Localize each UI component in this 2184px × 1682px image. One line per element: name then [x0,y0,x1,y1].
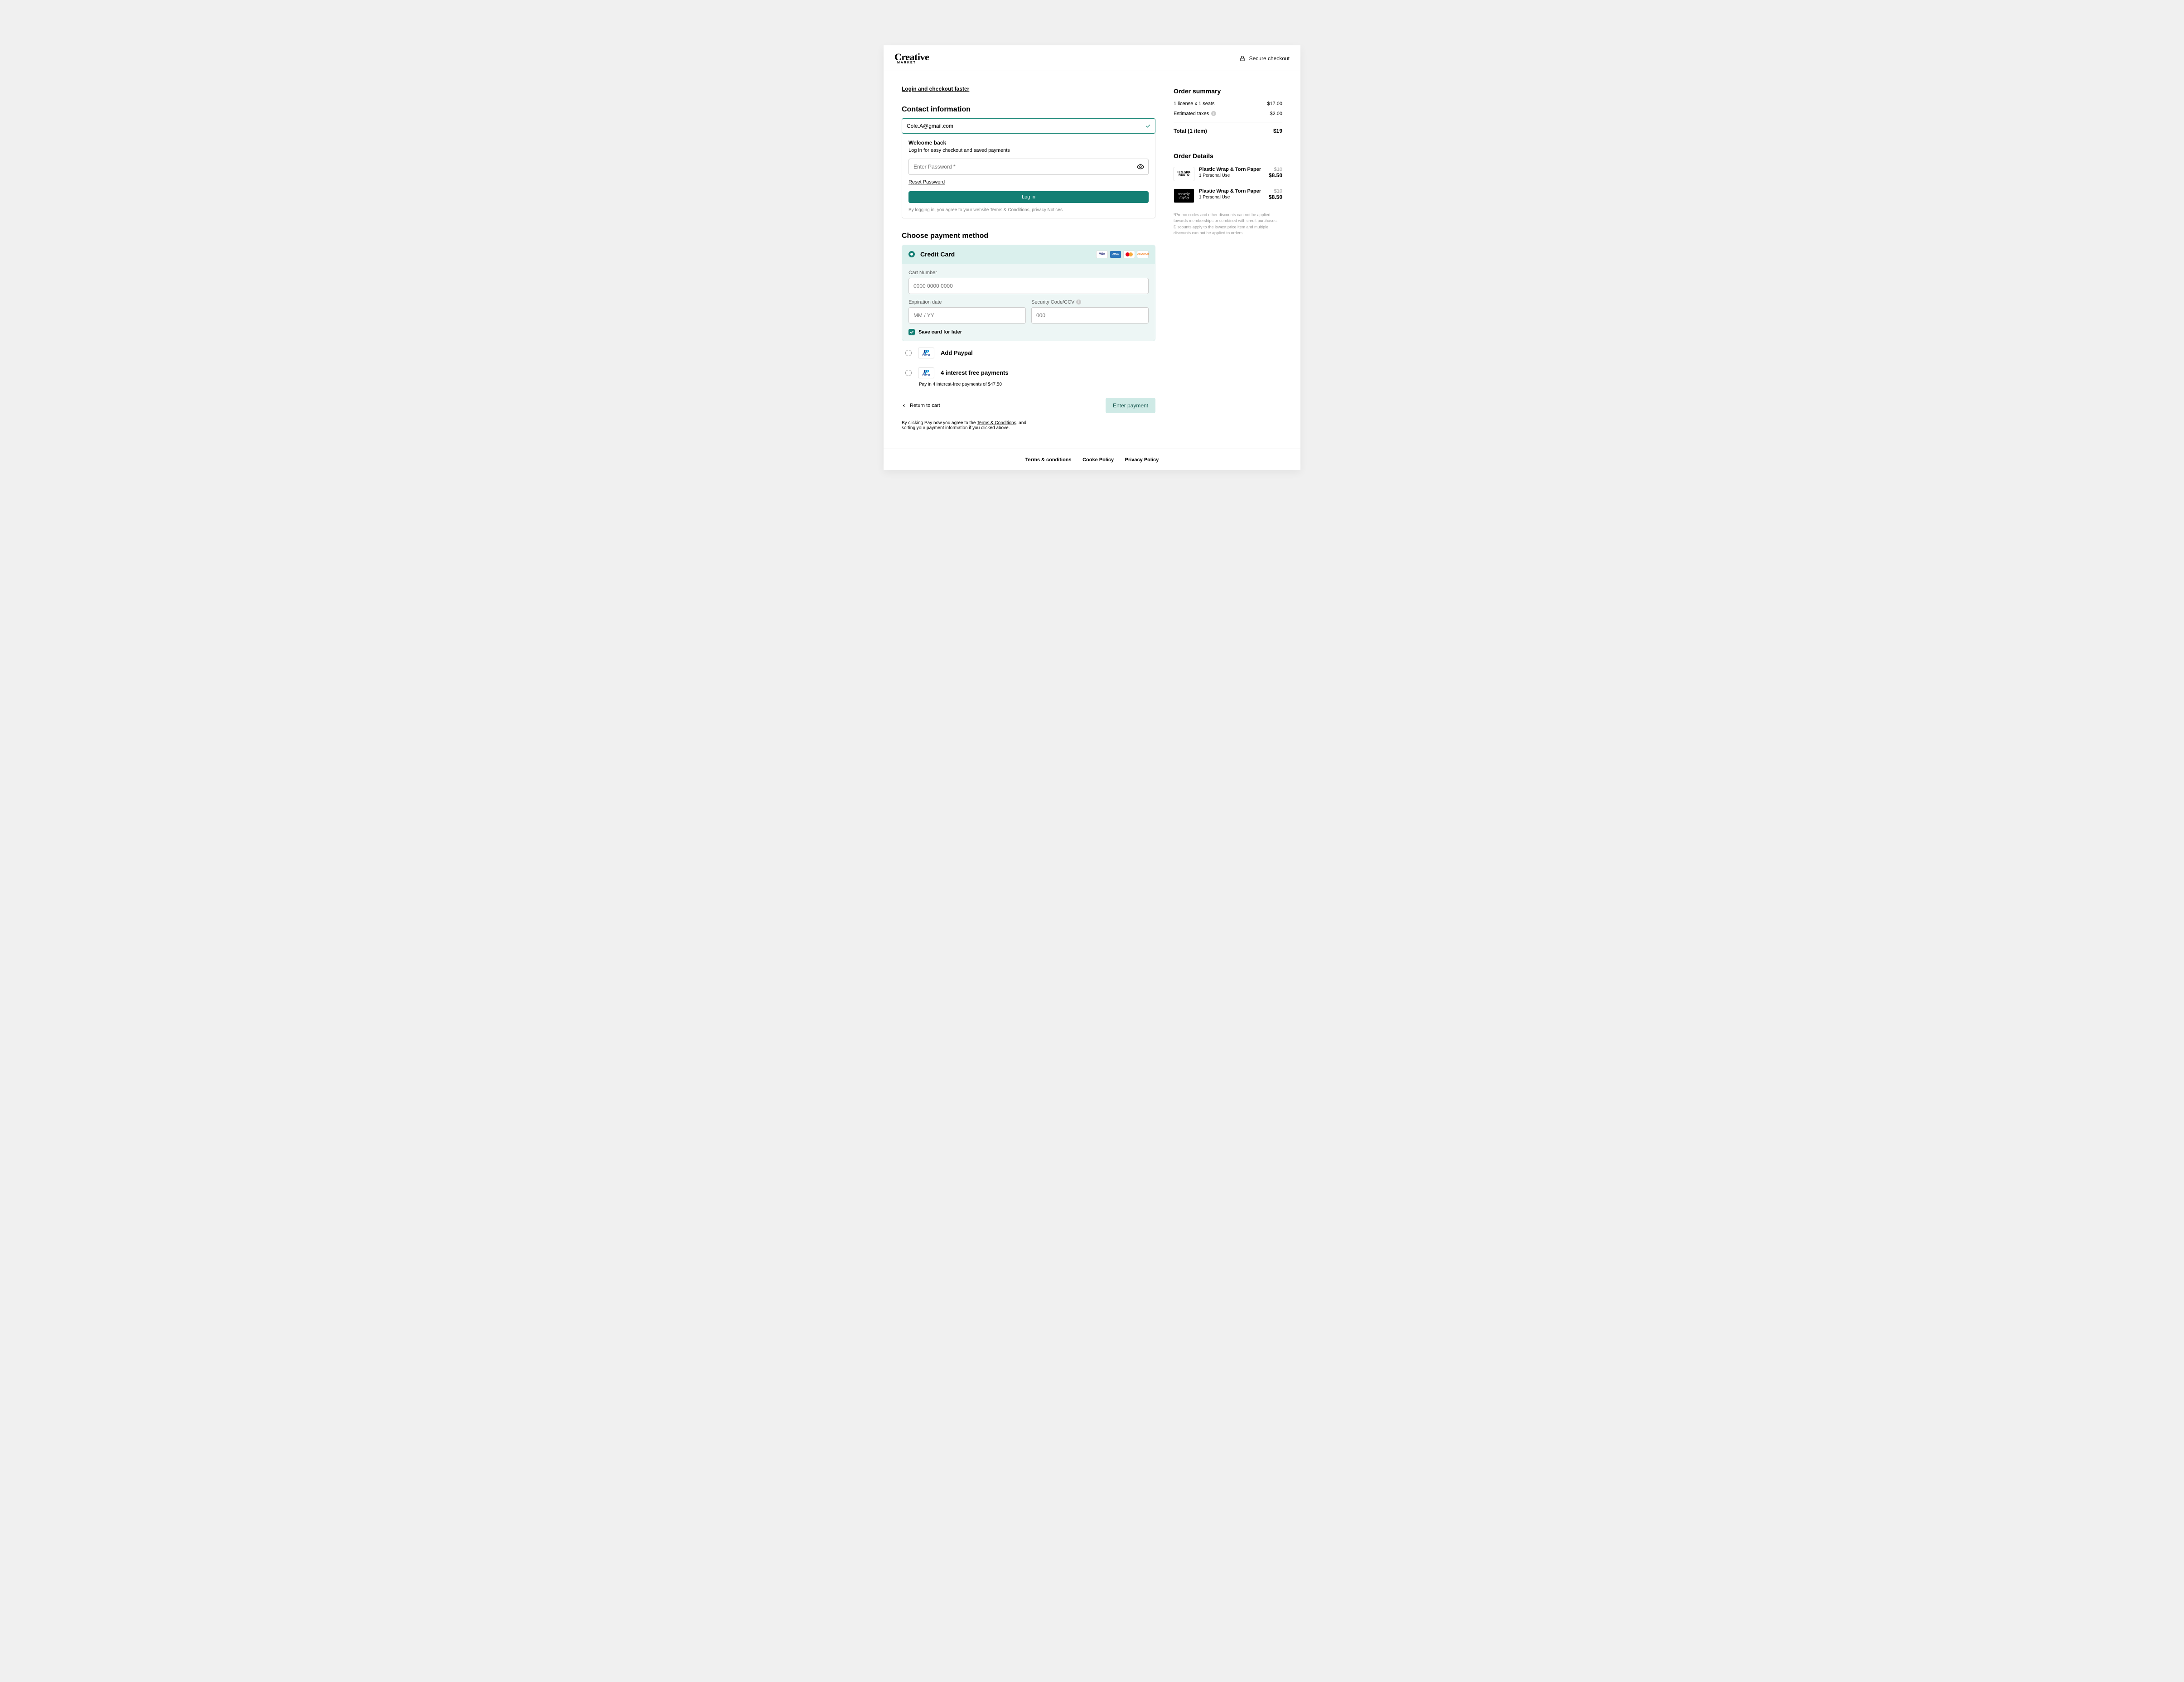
secure-checkout-text: Secure checkout [1249,55,1290,62]
product-thumbnail: FIRESIDE RESTO [1174,167,1194,181]
login-faster-link[interactable]: Login and checkout faster [902,86,969,92]
pay-in-4-label: 4 interest free payments [941,369,1009,376]
agree-note: By clicking Pay now you agree to the Ter… [902,420,1038,430]
lock-icon [1239,55,1246,62]
body-area: Login and checkout faster Contact inform… [884,71,1300,449]
terms-conditions-link[interactable]: Terms & Conditions [977,420,1016,425]
logo-text-main: Creative [894,53,929,62]
email-field-wrap [902,118,1155,134]
details-heading: Order Details [1174,152,1282,160]
save-card-checkbox-row[interactable]: Save card for later [908,329,1149,335]
product-license: 1 Personal Use [1199,195,1264,200]
enter-payment-button[interactable]: Enter payment [1106,398,1155,413]
product-name: Plastic Wrap & Torn Paper [1199,188,1264,194]
info-icon[interactable]: i [1211,111,1216,116]
radio-selected-icon [908,251,915,257]
pay-in-4-note: Pay in 4 interest-free payments of $47.5… [902,382,1155,387]
product-license: 1 Personal Use [1199,173,1264,178]
discover-icon: DISCOVER [1137,251,1149,258]
footer: Terms & conditions Cooke Policy Privacy … [884,449,1300,470]
total-price: $19 [1273,128,1282,134]
checkbox-checked-icon [908,329,915,335]
password-input[interactable] [908,159,1149,175]
footer-privacy-link[interactable]: Privacy Policy [1125,457,1159,463]
tax-price: $2.00 [1270,111,1282,116]
credit-card-panel: Credit Card VISA AMEX DISCOVER Cart Numb… [902,245,1155,341]
license-price: $17.00 [1267,101,1282,106]
checkout-window: Creative MARKET Secure checkout Login an… [884,45,1300,470]
paypal-label: Add Paypal [941,349,973,356]
summary-total-row: Total (1 item) $19 [1174,128,1282,134]
brand-logo[interactable]: Creative MARKET [894,53,929,64]
bottom-actions: Return to cart Enter payment [902,398,1155,413]
visa-icon: VISA [1096,251,1108,258]
footer-cookie-link[interactable]: Cooke Policy [1082,457,1114,463]
price-now: $8.50 [1269,172,1282,179]
save-card-label: Save card for later [918,329,962,335]
amex-icon: AMEX [1110,251,1121,258]
price-original: $10 [1269,167,1282,172]
summary-license-row: 1 license x 1 seats $17.00 [1174,101,1282,106]
chevron-left-icon [902,403,906,408]
credit-card-option-header[interactable]: Credit Card VISA AMEX DISCOVER [902,245,1155,264]
price-original: $10 [1269,188,1282,194]
ccv-input[interactable] [1031,307,1149,324]
paypal-icon: PP PayPal [918,367,934,378]
payment-heading: Choose payment method [902,232,1155,240]
credit-card-label: Credit Card [920,251,955,258]
ccv-label: Security Code/CCV [1031,300,1074,305]
license-label: 1 license x 1 seats [1174,101,1215,106]
contact-heading: Contact information [902,106,1155,114]
product-name: Plastic Wrap & Torn Paper [1199,167,1264,172]
right-column: Order summary 1 license x 1 seats $17.00… [1174,85,1300,430]
reset-password-link[interactable]: Reset Password [908,179,945,185]
welcome-back-panel: Welcome back Log in for easy checkout an… [902,133,1155,218]
radio-empty-icon [905,370,912,376]
paypal-option[interactable]: PP PayPal Add Paypal [902,341,1155,365]
login-button[interactable]: Log in [908,191,1149,203]
footer-terms-link[interactable]: Terms & conditions [1025,457,1072,463]
promo-disclaimer: *Promo codes and other discounts can not… [1174,212,1282,237]
return-to-cart-text: Return to cart [910,403,940,408]
order-item-row: FIRESIDE RESTO Plastic Wrap & Torn Paper… [1174,167,1282,181]
total-label: Total (1 item) [1174,128,1207,134]
login-disclaimer: By logging in, you agree to your website… [908,208,1149,213]
password-field-wrap [908,159,1149,175]
header-bar: Creative MARKET Secure checkout [884,45,1300,71]
tax-label: Estimated taxes [1174,111,1209,116]
mastercard-icon [1123,251,1135,258]
order-item-row: waverly display Plastic Wrap & Torn Pape… [1174,188,1282,203]
welcome-subtitle: Log in for easy checkout and saved payme… [908,148,1149,153]
card-number-label: Cart Number [908,270,1149,276]
exp-label: Expiration date [908,300,1026,305]
card-brand-icons: VISA AMEX DISCOVER [1096,251,1149,258]
email-input[interactable] [902,118,1155,134]
secure-checkout-indicator: Secure checkout [1239,55,1290,62]
info-icon[interactable]: i [1076,300,1081,304]
radio-empty-icon [905,350,912,356]
left-column: Login and checkout faster Contact inform… [884,85,1174,430]
exp-input[interactable] [908,307,1026,324]
eye-icon[interactable] [1137,163,1144,170]
paypal-icon: PP PayPal [918,348,934,358]
credit-card-fields: Cart Number Expiration date Security Cod… [902,264,1155,341]
welcome-title: Welcome back [908,140,1149,146]
summary-tax-row: Estimated taxes i $2.00 [1174,111,1282,116]
summary-heading: Order summary [1174,87,1282,95]
logo-text-sub: MARKET [897,61,916,64]
product-thumbnail: waverly display [1174,188,1194,203]
check-icon [1145,123,1151,129]
return-to-cart-link[interactable]: Return to cart [902,403,940,408]
price-now: $8.50 [1269,194,1282,200]
card-number-input[interactable] [908,278,1149,294]
